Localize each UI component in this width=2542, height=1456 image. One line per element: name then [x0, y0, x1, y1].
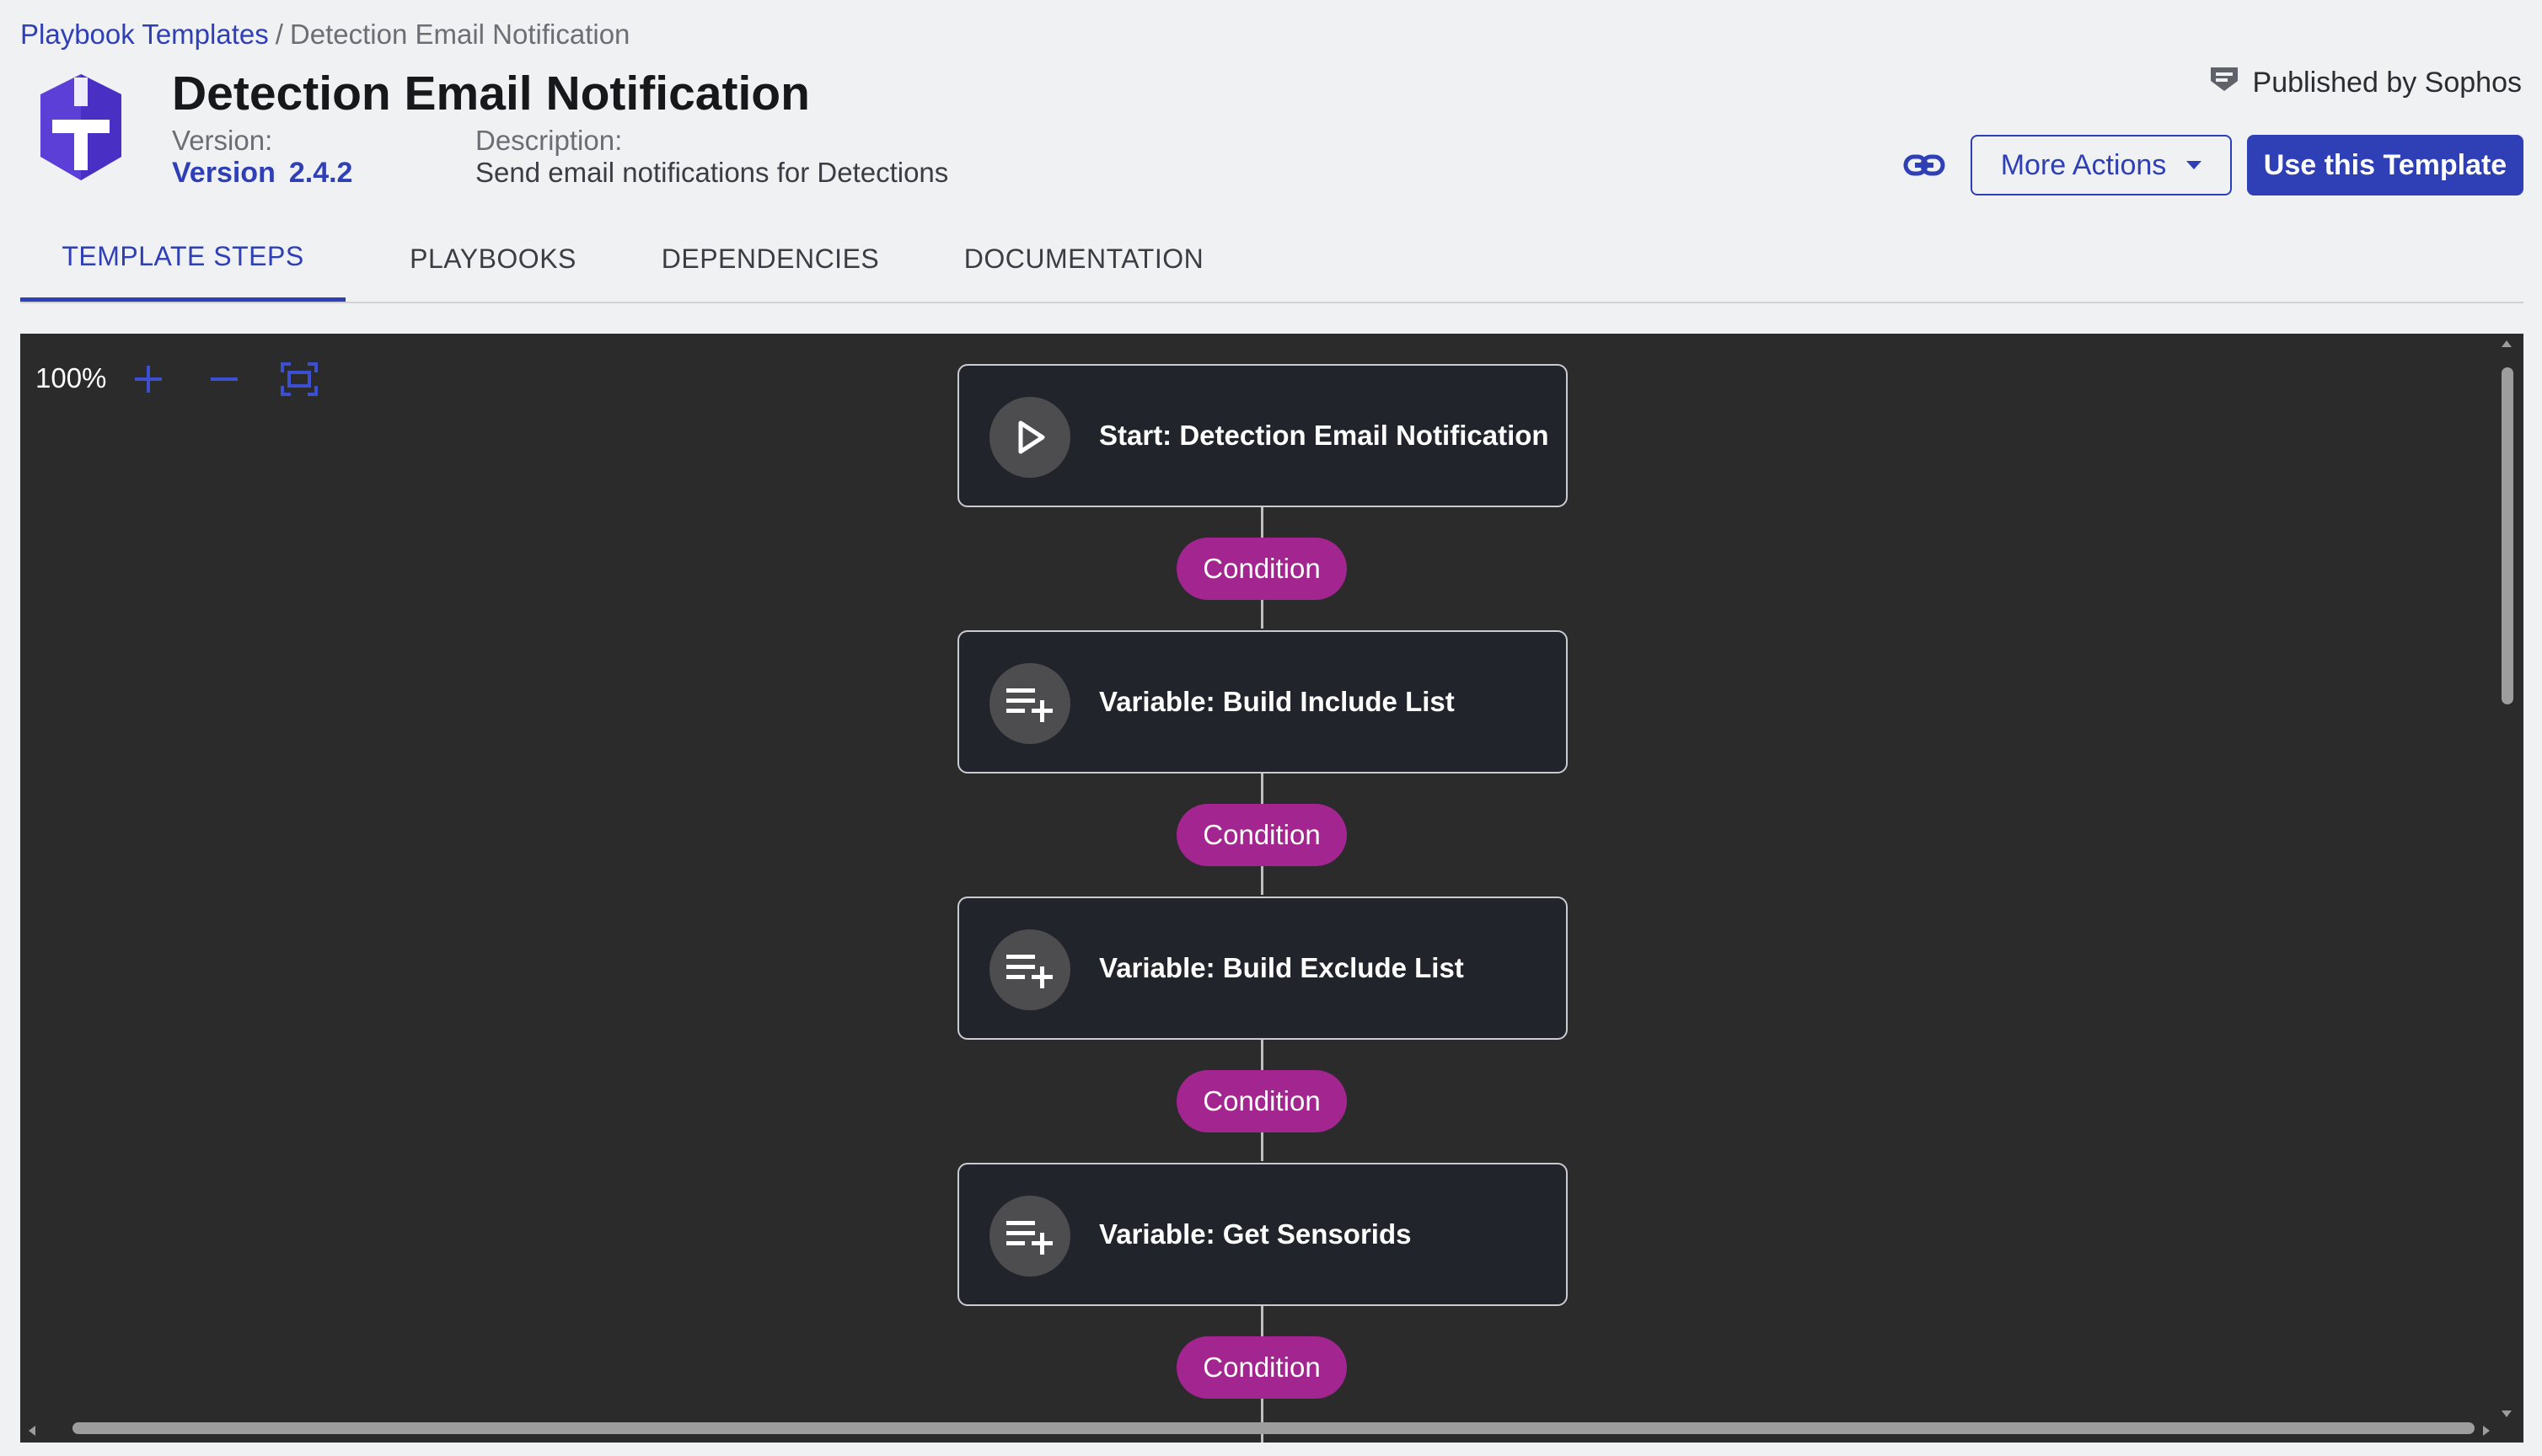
vertical-scrollbar[interactable] [2502, 367, 2513, 704]
link-icon[interactable] [1903, 147, 1945, 184]
condition-pill[interactable]: Condition [1177, 1070, 1347, 1132]
more-actions-label: More Actions [2000, 148, 2167, 181]
tab-template-steps[interactable]: TEMPLATE STEPS [20, 216, 346, 302]
version-label: Version: [172, 125, 273, 156]
tab-documentation[interactable]: DOCUMENTATION [912, 216, 1256, 302]
tab-dependencies[interactable]: DEPENDENCIES [629, 216, 912, 302]
scroll-down-icon[interactable] [2502, 1410, 2512, 1417]
sophos-shield-logo-icon [37, 72, 125, 182]
condition-pill[interactable]: Condition [1177, 804, 1347, 866]
use-template-button[interactable]: Use this Template [2247, 135, 2523, 195]
plus-icon[interactable] [130, 361, 167, 398]
breadcrumb-link-playbook-templates[interactable]: Playbook Templates [20, 19, 269, 50]
page-title: Detection Email Notification [172, 67, 810, 120]
breadcrumb: Playbook Templates / Detection Email Notif… [20, 19, 630, 51]
tab-bar: TEMPLATE STEPS PLAYBOOKS DEPENDENCIES DO… [20, 216, 2523, 303]
version-number: 2.4.2 [288, 157, 353, 189]
version-value: Version 2.4.2 [172, 157, 352, 190]
description-label: Description: [475, 125, 623, 156]
breadcrumb-separator: / [275, 19, 283, 50]
sophos-badge-icon [2209, 66, 2239, 100]
fit-to-screen-icon[interactable] [280, 361, 318, 398]
condition-pill[interactable]: Condition [1177, 1336, 1347, 1399]
scroll-right-icon[interactable] [2483, 1426, 2490, 1436]
step-node-build-exclude-list[interactable]: Variable: Build Exclude List [957, 897, 1568, 1040]
playlist-add-icon [989, 929, 1070, 1010]
horizontal-scrollbar[interactable] [72, 1422, 2475, 1434]
workflow-canvas[interactable]: 100% Start: Detection Email Notification… [20, 334, 2523, 1443]
scroll-left-icon[interactable] [29, 1426, 35, 1436]
minus-icon[interactable] [206, 361, 243, 398]
playlist-add-icon [989, 663, 1070, 744]
published-by-text: Published by Sophos [2252, 67, 2522, 99]
version-prefix: Version [172, 157, 276, 189]
step-node-label: Variable: Build Exclude List [1099, 952, 1464, 983]
more-actions-button[interactable]: More Actions [1971, 135, 2232, 195]
step-node-build-include-list[interactable]: Variable: Build Include List [957, 630, 1568, 774]
scroll-up-icon[interactable] [2502, 340, 2512, 347]
play-icon [989, 397, 1070, 478]
step-node-get-sensorids[interactable]: Variable: Get Sensorids [957, 1163, 1568, 1306]
zoom-level: 100% [35, 362, 107, 393]
condition-pill[interactable]: Condition [1177, 538, 1347, 600]
breadcrumb-current: Detection Email Notification [289, 19, 630, 50]
playlist-add-icon [989, 1196, 1070, 1277]
step-node-label: Variable: Get Sensorids [1099, 1218, 1412, 1250]
description-text: Send email notifications for Detections [475, 157, 949, 188]
step-node-label: Variable: Build Include List [1099, 686, 1455, 717]
published-by: Published by Sophos [2209, 66, 2522, 100]
step-node-label: Start: Detection Email Notification [1099, 420, 1549, 451]
step-node-start[interactable]: Start: Detection Email Notification [957, 364, 1568, 507]
caret-down-icon [2186, 161, 2202, 169]
tab-playbooks[interactable]: PLAYBOOKS [357, 216, 629, 302]
